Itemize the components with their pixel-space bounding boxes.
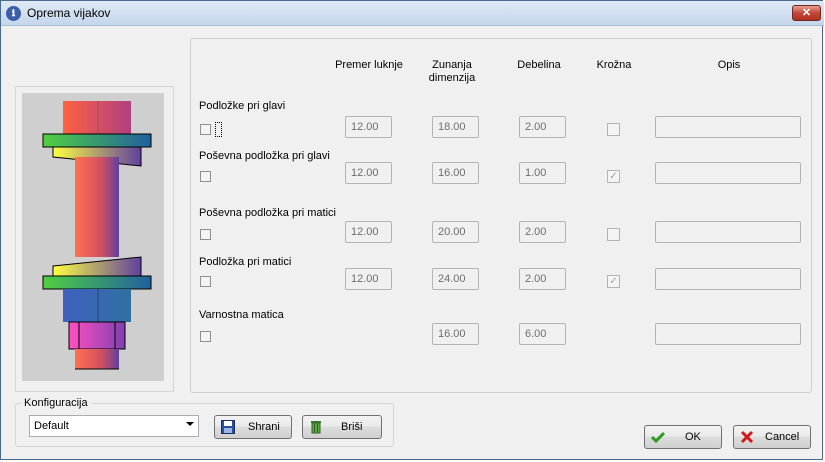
checkbox-krozna-washer-nut[interactable]: ✓ [607, 275, 620, 288]
hardware-options-panel: Premer luknje Zunanja dimenzija Debelina… [190, 38, 812, 393]
input-debelina-lock-nut[interactable]: 6.00 [519, 323, 566, 345]
save-button[interactable]: Shrani [214, 415, 292, 439]
chevron-down-icon [186, 422, 194, 426]
checkbox-bevel-head[interactable] [200, 171, 211, 182]
input-premer-washer-head[interactable]: 12.00 [345, 116, 392, 138]
focus-indicator [215, 122, 222, 137]
checkbox-bevel-nut[interactable] [200, 229, 211, 240]
checkmark-icon: ✓ [609, 276, 618, 287]
window-title: Oprema vijakov [27, 6, 111, 20]
configuration-dropdown[interactable]: Default [29, 415, 199, 437]
input-premer-washer-nut[interactable]: 12.00 [345, 268, 392, 290]
checkmark-icon [651, 431, 665, 444]
input-opis-washer-head[interactable] [655, 116, 801, 138]
trash-can-icon [311, 421, 321, 434]
delete-button[interactable]: Briši [302, 415, 382, 439]
input-premer-bevel-head[interactable]: 12.00 [345, 162, 392, 184]
column-header-premer: Premer luknje [335, 59, 403, 71]
input-opis-washer-nut[interactable] [655, 268, 801, 290]
close-button[interactable]: ✕ [792, 5, 821, 21]
input-debelina-bevel-head[interactable]: 1.00 [519, 162, 566, 184]
bolt-illustration [22, 93, 164, 381]
input-debelina-washer-nut[interactable]: 2.00 [519, 268, 566, 290]
cancel-button[interactable]: Cancel [733, 425, 811, 449]
ok-button[interactable]: OK [644, 425, 722, 449]
red-x-icon [740, 430, 754, 444]
bolt-preview-panel [15, 86, 174, 392]
checkbox-krozna-bevel-nut[interactable] [607, 228, 620, 241]
input-zunanja-bevel-nut[interactable]: 20.00 [432, 221, 479, 243]
checkbox-krozna-washer-head[interactable] [607, 123, 620, 136]
configuration-selected: Default [34, 420, 69, 432]
dialog-window: ℹ Oprema vijakov ✕ Premer luknje Zunanja… [0, 0, 824, 460]
row-label-bevel-nut: Poševna podložka pri matici [199, 207, 336, 219]
input-opis-bevel-nut[interactable] [655, 221, 801, 243]
checkbox-washer-head[interactable] [200, 124, 211, 135]
input-opis-bevel-head[interactable] [655, 162, 801, 184]
title-bar: ℹ Oprema vijakov ✕ [1, 1, 824, 26]
checkbox-krozna-bevel-head[interactable]: ✓ [607, 170, 620, 183]
ok-button-label: OK [685, 431, 701, 443]
checkbox-lock-nut[interactable] [200, 331, 211, 342]
row-label-washer-nut: Podložka pri matici [199, 256, 292, 268]
row-label-lock-nut: Varnostna matica [199, 309, 284, 321]
row-label-bevel-head: Poševna podložka pri glavi [199, 150, 330, 162]
column-header-krozna: Krožna [596, 59, 632, 71]
app-logo-icon: ℹ [6, 6, 21, 21]
floppy-disk-icon [221, 420, 235, 434]
column-header-zunanja: Zunanja dimenzija [428, 59, 476, 84]
input-zunanja-lock-nut[interactable]: 16.00 [432, 323, 479, 345]
input-debelina-bevel-nut[interactable]: 2.00 [519, 221, 566, 243]
input-debelina-washer-head[interactable]: 2.00 [519, 116, 566, 138]
checkmark-icon: ✓ [609, 171, 618, 182]
input-zunanja-washer-head[interactable]: 18.00 [432, 116, 479, 138]
column-header-debelina: Debelina [517, 59, 561, 71]
column-header-opis: Opis [717, 59, 741, 71]
input-opis-lock-nut[interactable] [655, 323, 801, 345]
bolt-assembly-icon [42, 101, 152, 370]
configuration-label: Konfiguracija [21, 397, 91, 409]
cancel-button-label: Cancel [765, 431, 800, 443]
delete-button-label: Briši [341, 421, 363, 433]
checkbox-washer-nut[interactable] [200, 276, 211, 287]
row-label-washer-head: Podložke pri glavi [199, 100, 286, 112]
save-button-label: Shrani [248, 421, 280, 433]
input-zunanja-washer-nut[interactable]: 24.00 [432, 268, 479, 290]
input-zunanja-bevel-head[interactable]: 16.00 [432, 162, 479, 184]
input-premer-bevel-nut[interactable]: 12.00 [345, 221, 392, 243]
